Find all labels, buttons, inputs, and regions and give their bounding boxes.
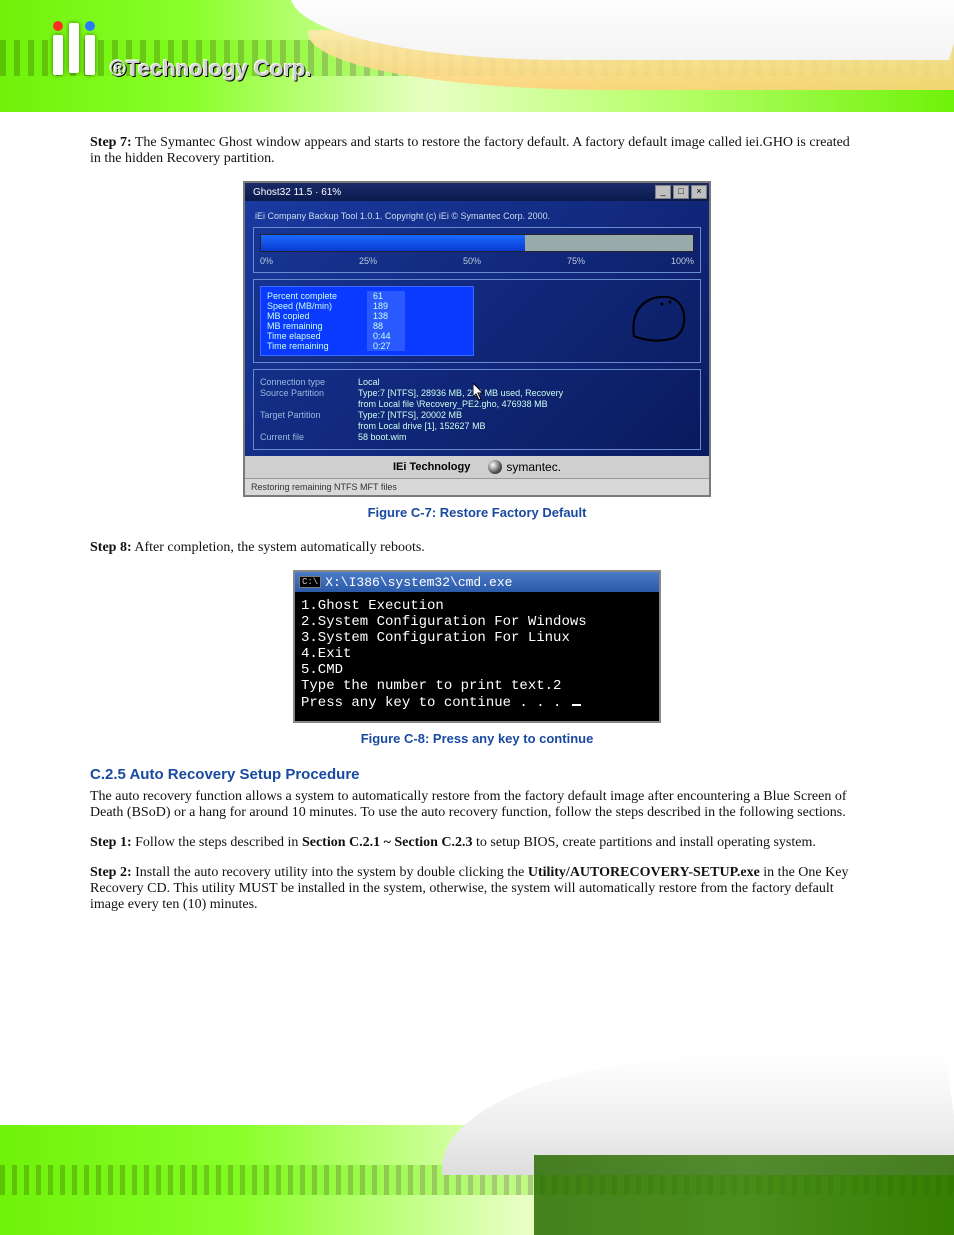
- progress-ticks: 0% 25% 50% 75% 100%: [260, 256, 694, 266]
- cmd-icon: C:\: [299, 576, 321, 588]
- detail-lab: Target Partition: [260, 410, 350, 420]
- detail-val: from Local file \Recovery_PE2.gho, 47693…: [358, 399, 548, 409]
- mouse-cursor-icon: [473, 383, 485, 401]
- step-2-bold: Utility/AUTORECOVERY-SETUP.exe: [528, 865, 760, 880]
- tick-50: 50%: [463, 256, 481, 266]
- page-content: Step 7: The Symantec Ghost window appear…: [0, 135, 954, 927]
- symantec-text: symantec.: [506, 460, 561, 474]
- stat-lab: Speed (MB/min): [267, 301, 355, 311]
- ghost-titlebar: Ghost32 11.5 · 61% _ □ ×: [245, 183, 709, 201]
- step-1-text-b: to setup BIOS, create partitions and ins…: [473, 835, 816, 850]
- ghost-logo-icon: [624, 286, 694, 346]
- symantec-ball-icon: [488, 460, 502, 474]
- step-8: Step 8: After completion, the system aut…: [90, 540, 864, 556]
- stat-lab: MB copied: [267, 311, 355, 321]
- iei-brand: IEi Technology: [393, 461, 470, 473]
- detail-val: 58 boot.wim: [358, 432, 407, 442]
- close-icon[interactable]: ×: [691, 185, 707, 199]
- step-1-bold: Section C.2.1 ~ Section C.2.3: [302, 835, 473, 850]
- tick-25: 25%: [359, 256, 377, 266]
- stat-val: 0:27: [367, 341, 405, 351]
- step-8-text: After completion, the system automatical…: [134, 540, 424, 555]
- stats-table: Percent complete 61 Speed (MB/min) 189 MB …: [260, 286, 474, 356]
- step-7-text: The Symantec Ghost window appears and st…: [90, 135, 850, 166]
- ghost-copyright: iEi Company Backup Tool 1.0.1. Copyright…: [255, 211, 701, 221]
- step-7: Step 7: The Symantec Ghost window appear…: [90, 135, 864, 167]
- progress-panel: 0% 25% 50% 75% 100%: [253, 227, 701, 273]
- iei-logo-icon: [30, 18, 118, 78]
- figure-1-caption: Figure C-7: Restore Factory Default: [0, 505, 954, 520]
- stat-val: 189: [367, 301, 405, 311]
- cmd-body[interactable]: 1.Ghost Execution 2.System Configuration…: [295, 592, 659, 721]
- stat-lab: Time remaining: [267, 341, 355, 351]
- detail-lab: Current file: [260, 432, 350, 442]
- footer-chip-art: [534, 1155, 954, 1235]
- step-1-label: Step 1:: [90, 835, 132, 850]
- detail-val: Local: [358, 377, 380, 387]
- step-7-label: Step 7:: [90, 135, 132, 150]
- progress-bar: [260, 234, 694, 252]
- stat-lab: MB remaining: [267, 321, 355, 331]
- detail-val: Type:7 [NTFS], 20002 MB: [358, 410, 462, 420]
- symantec-brand: symantec.: [488, 460, 561, 474]
- cmd-caret-icon: [572, 704, 581, 706]
- cmd-title: X:\I386\system32\cmd.exe: [325, 575, 512, 590]
- cmd-titlebar: C:\ X:\I386\system32\cmd.exe: [295, 572, 659, 592]
- progress-fill: [261, 235, 525, 251]
- stat-val: 88: [367, 321, 405, 331]
- stats-panel: Percent complete 61 Speed (MB/min) 189 MB …: [253, 279, 701, 363]
- ghost-brand-row: IEi Technology symantec.: [245, 456, 709, 478]
- details-panel: Connection type Local Source Partition Typ…: [253, 369, 701, 450]
- stat-lab: Percent complete: [267, 291, 355, 301]
- brand-text: ®Technology Corp.: [110, 56, 312, 82]
- cmd-text: 1.Ghost Execution 2.System Configuration…: [301, 598, 587, 711]
- step-2-label: Step 2:: [90, 865, 132, 880]
- detail-lab: Source Partition: [260, 388, 350, 398]
- step-8-label: Step 8:: [90, 540, 132, 555]
- stat-val: 0:44: [367, 331, 405, 341]
- ghost-body: iEi Company Backup Tool 1.0.1. Copyright…: [245, 201, 709, 478]
- step-1-text-a: Follow the steps described in: [135, 835, 302, 850]
- figure-2-caption: Figure C-8: Press any key to continue: [0, 731, 954, 746]
- tick-75: 75%: [567, 256, 585, 266]
- step-2-text-a: Install the auto recovery utility into t…: [135, 865, 528, 880]
- ghost-title: Ghost32 11.5 · 61%: [247, 187, 341, 198]
- header-decor: ®Technology Corp.: [0, 0, 954, 112]
- ghost-statusbar: Restoring remaining NTFS MFT files: [245, 478, 709, 495]
- minimize-icon[interactable]: _: [655, 185, 671, 199]
- stat-val: 138: [367, 311, 405, 321]
- detail-val: from Local drive [1], 152627 MB: [358, 421, 486, 431]
- detail-lab: [260, 399, 350, 409]
- section-title: C.2.5 Auto Recovery Setup Procedure: [90, 766, 864, 783]
- step-2: Step 2: Install the auto recovery utilit…: [90, 865, 864, 913]
- detail-lab: Connection type: [260, 377, 350, 387]
- stat-lab: Time elapsed: [267, 331, 355, 341]
- tick-0: 0%: [260, 256, 273, 266]
- step-1: Step 1: Follow the steps described in Se…: [90, 835, 864, 851]
- stat-val: 61: [367, 291, 405, 301]
- figure-cmd-window: C:\ X:\I386\system32\cmd.exe 1.Ghost Exe…: [293, 570, 661, 723]
- tick-100: 100%: [671, 256, 694, 266]
- maximize-icon[interactable]: □: [673, 185, 689, 199]
- window-buttons: _ □ ×: [655, 185, 707, 199]
- section-intro: The auto recovery function allows a syst…: [90, 789, 864, 821]
- figure-ghost-window: Ghost32 11.5 · 61% _ □ × iEi Company Bac…: [243, 181, 711, 497]
- detail-val: Type:7 [NTFS], 28936 MB, 227 MB used, Re…: [358, 388, 563, 398]
- detail-lab: [260, 421, 350, 431]
- footer-decor: [0, 1125, 954, 1235]
